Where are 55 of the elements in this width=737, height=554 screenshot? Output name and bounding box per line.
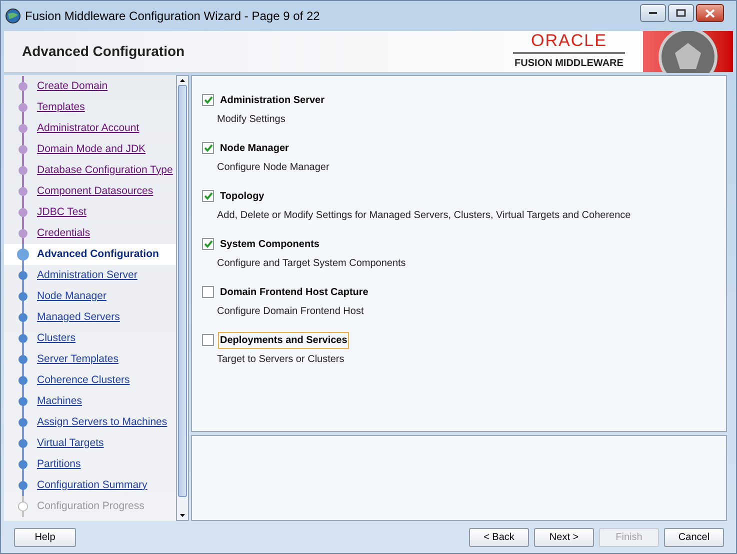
- checkbox[interactable]: [202, 286, 214, 298]
- option-description: Modify Settings: [217, 113, 286, 127]
- step-link[interactable]: Node Manager: [37, 288, 106, 304]
- step-link[interactable]: Coherence Clusters: [37, 372, 130, 388]
- option-label[interactable]: Administration Server: [218, 92, 326, 108]
- step-link[interactable]: Configuration Summary: [37, 478, 148, 494]
- window-title: Fusion Middleware Configuration Wizard - Page 9 of 22: [25, 8, 320, 25]
- step-link[interactable]: Administration Server: [37, 268, 138, 284]
- step-link[interactable]: Domain Mode and JDK: [37, 142, 146, 158]
- maximize-button[interactable]: [668, 4, 694, 22]
- wizard-button[interactable]: Cancel: [664, 528, 724, 546]
- option-description: Add, Delete or Modify Settings for Managed Servers, Clusters, Virtual Targets and Coherence: [217, 209, 632, 223]
- step-link[interactable]: Assign Servers to Machines: [37, 414, 168, 430]
- help-button[interactable]: Help: [14, 528, 76, 546]
- option-description: Configure Node Manager: [217, 161, 330, 175]
- scrollbar[interactable]: [176, 75, 189, 521]
- step-link[interactable]: Advanced Configuration: [37, 246, 159, 262]
- option-label[interactable]: System Components: [218, 236, 322, 252]
- step-link[interactable]: Templates: [37, 100, 85, 116]
- step-link[interactable]: Component Datasources: [37, 184, 154, 200]
- step-link[interactable]: Virtual Targets: [37, 436, 104, 452]
- option-label[interactable]: Domain Frontend Host Capture: [218, 284, 370, 300]
- step-link[interactable]: Credentials: [37, 226, 90, 242]
- step-link[interactable]: Partitions: [37, 456, 81, 472]
- oracle-logo: ORACLE FUSION MIDDLEWARE: [513, 32, 625, 71]
- option-label[interactable]: Deployments and Services: [218, 332, 350, 348]
- maximize-icon: [676, 9, 686, 17]
- checkbox[interactable]: [202, 94, 214, 106]
- step-link[interactable]: JDBC Test: [37, 204, 86, 220]
- checkbox[interactable]: [202, 334, 214, 346]
- checkbox[interactable]: [202, 238, 214, 250]
- wizard-button[interactable]: < Back: [469, 528, 529, 546]
- step-link[interactable]: Managed Servers: [37, 310, 120, 326]
- step-link: Configuration Progress: [37, 498, 144, 514]
- checkbox[interactable]: [202, 190, 214, 202]
- option-label[interactable]: Node Manager: [218, 140, 291, 156]
- step-link[interactable]: Create Domain: [37, 78, 108, 94]
- option-label[interactable]: Topology: [218, 188, 266, 204]
- step-link[interactable]: Clusters: [37, 330, 76, 346]
- minimize-button[interactable]: [640, 4, 666, 22]
- wizard-button[interactable]: Next >: [534, 528, 594, 546]
- step-link[interactable]: Server Templates: [37, 352, 119, 368]
- close-icon: [705, 8, 715, 18]
- page-title: Advanced Configuration: [22, 42, 185, 61]
- close-button[interactable]: [696, 4, 724, 22]
- checkbox[interactable]: [202, 142, 214, 154]
- step-link[interactable]: Machines: [37, 394, 82, 410]
- app-icon: [5, 8, 21, 24]
- option-description: Target to Servers or Clusters: [217, 353, 346, 367]
- step-marker-icon: [14, 244, 32, 265]
- option-description: Configure and Target System Components: [217, 257, 407, 271]
- minimize-icon: [648, 11, 658, 15]
- step-link[interactable]: Database Configuration Type: [37, 162, 173, 178]
- option-description: Configure Domain Frontend Host: [217, 305, 365, 319]
- step-link[interactable]: Administrator Account: [37, 120, 140, 136]
